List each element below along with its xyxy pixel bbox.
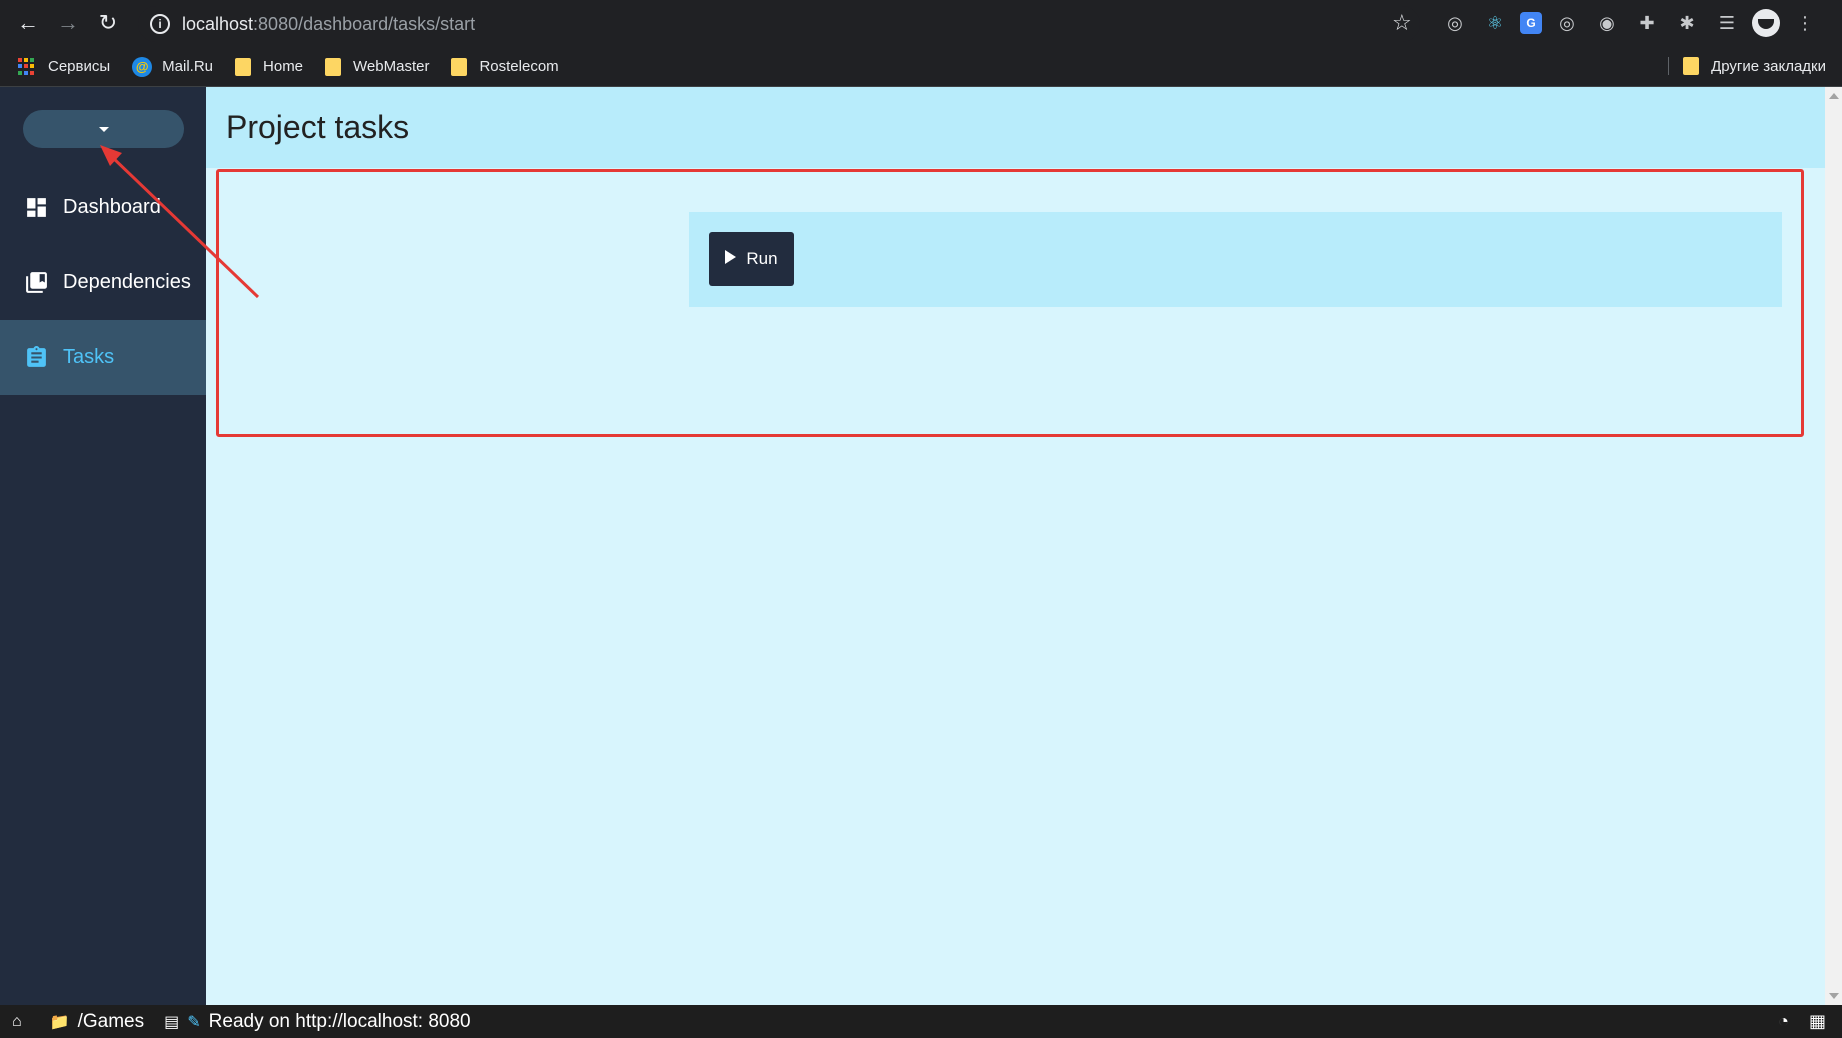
pencil-icon: ✎ <box>187 1013 201 1031</box>
bookmark-services[interactable]: Сервисы <box>18 57 111 76</box>
play-icon <box>725 250 737 264</box>
tasks-panel: Run <box>689 212 1782 307</box>
folder-icon <box>451 57 468 76</box>
target-extension-icon-2[interactable]: ◎ <box>1552 8 1582 38</box>
sidebar-item-dashboard[interactable]: Dashboard <box>0 170 206 245</box>
sidebar-item-tasks[interactable]: Tasks <box>0 320 206 395</box>
status-right-icons: ◔ ▦ <box>1778 1011 1826 1032</box>
sidebar: Dashboard Dependencies Tasks <box>0 87 206 1005</box>
bookmark-label: Mail.Ru <box>162 58 214 75</box>
status-bar: ⌂ 📁 /Games ▤ ✎ Ready on http://localhost… <box>0 1005 1842 1038</box>
back-button[interactable]: ← <box>8 3 48 43</box>
sidebar-dropdown-button[interactable] <box>23 110 184 148</box>
status-ready[interactable]: ▤ ✎ Ready on http://localhost: 8080 <box>164 1011 471 1033</box>
bookmark-rostelecom[interactable]: Rostelecom <box>451 57 559 76</box>
page-title: Project tasks <box>226 109 410 145</box>
target-extension-icon[interactable]: ◎ <box>1440 8 1470 38</box>
caret-down-icon <box>98 126 109 132</box>
sidebar-item-label: Tasks <box>63 346 115 368</box>
run-button[interactable]: Run <box>709 232 794 286</box>
url-host: localhost <box>182 13 254 34</box>
page-header: Project tasks <box>206 87 1825 168</box>
sidebar-item-dependencies[interactable]: Dependencies <box>0 245 206 320</box>
browser-toolbar: ← → ↻ i localhost:8080/dashboard/tasks/s… <box>0 0 1842 47</box>
site-info-icon[interactable]: i <box>150 14 170 34</box>
reload-button[interactable]: ↻ <box>88 3 128 43</box>
console-icon: ▤ <box>164 1013 180 1031</box>
sidebar-item-label: Dashboard <box>63 196 161 218</box>
sync-icon[interactable]: ◔ <box>1778 1011 1789 1032</box>
sidebar-item-label: Dependencies <box>63 271 191 293</box>
scroll-down-arrow-icon[interactable] <box>1829 993 1839 999</box>
bookmark-star-icon[interactable]: ☆ <box>1392 10 1412 36</box>
status-folder[interactable]: 📁 /Games <box>50 1011 144 1033</box>
bookmark-label: Rostelecom <box>479 58 559 75</box>
other-bookmarks[interactable]: Другие закладки <box>1668 57 1826 75</box>
folder-icon: 📁 <box>49 1013 70 1031</box>
apps-icon <box>18 57 36 76</box>
forward-button[interactable]: → <box>48 3 88 43</box>
bookmark-label: Сервисы <box>48 58 111 75</box>
library-icon <box>24 270 49 295</box>
status-home[interactable]: ⌂ <box>12 1013 30 1031</box>
menu-dots-icon[interactable]: ⋮ <box>1790 8 1820 38</box>
folder-icon <box>1683 57 1700 75</box>
bookmark-mailru[interactable]: @ Mail.Ru <box>132 56 214 77</box>
address-bar[interactable]: i localhost:8080/dashboard/tasks/start <box>138 6 1420 42</box>
bookmark-webmaster[interactable]: WebMaster <box>325 57 430 76</box>
profile-avatar[interactable] <box>1752 9 1780 37</box>
media-queue-icon[interactable]: ☰ <box>1712 8 1742 38</box>
folder-icon <box>325 57 342 76</box>
main-content: Project tasks Run <box>206 87 1825 1005</box>
bookmark-home[interactable]: Home <box>235 57 304 76</box>
other-bookmarks-label: Другие закладки <box>1711 57 1826 75</box>
mailru-icon: @ <box>132 56 153 77</box>
page-scrollbar[interactable] <box>1825 87 1842 1005</box>
bookmarks-bar: Сервисы @ Mail.Ru Home WebMaster Rostele… <box>0 47 1842 87</box>
status-text: Ready on http://localhost: 8080 <box>208 1010 471 1032</box>
google-translate-icon[interactable]: G <box>1520 12 1542 34</box>
translate-icon[interactable]: ▦ <box>1809 1011 1826 1032</box>
camera-icon[interactable]: ◉ <box>1592 8 1622 38</box>
puzzle-icon[interactable]: ✱ <box>1672 8 1702 38</box>
bookmark-label: Home <box>263 58 304 75</box>
status-folder-label: /Games <box>77 1010 145 1032</box>
home-icon: ⌂ <box>12 1012 22 1030</box>
clipboard-icon <box>24 345 49 370</box>
scroll-up-arrow-icon[interactable] <box>1829 93 1839 99</box>
react-devtools-icon[interactable]: ⚛ <box>1480 8 1510 38</box>
folder-icon <box>235 57 252 76</box>
url-path: :8080/dashboard/tasks/start <box>253 13 476 34</box>
bookmark-label: WebMaster <box>353 58 430 75</box>
extensions-area: ◎ ⚛ G ◎ ◉ ✚ ✱ ☰ ⋮ <box>1440 8 1820 38</box>
dashboard-icon <box>24 195 49 220</box>
run-button-label: Run <box>746 249 778 268</box>
crosshair-icon[interactable]: ✚ <box>1632 8 1662 38</box>
